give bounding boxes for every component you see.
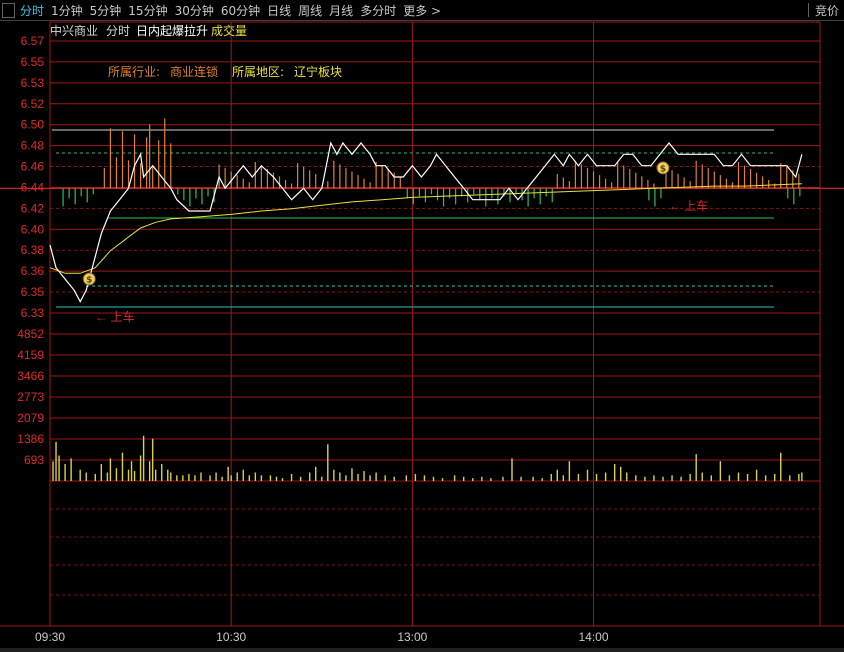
volume-tick-label: 1386 (17, 432, 44, 446)
price-tick-label: 6.40 (21, 222, 45, 236)
time-tick-label: 10:30 (216, 630, 246, 644)
volume-tick-label: 2079 (17, 411, 44, 425)
price-tick-label: 6.44 (21, 180, 45, 194)
volume-tick-label: 2773 (17, 390, 44, 404)
industry-value: 商业连锁 (170, 64, 218, 79)
price-line (49, 141, 803, 303)
money-bag-glyph: $ (660, 164, 666, 174)
price-tick-label: 6.50 (21, 118, 45, 132)
average-price-line (49, 183, 802, 274)
volume-label: 成交量 (211, 23, 247, 38)
buy-signal-label: ← 上车 (669, 198, 708, 213)
volume-tick-label: 4159 (17, 348, 44, 362)
region-value: 辽宁板块 (294, 64, 342, 79)
price-tick-label: 6.55 (21, 55, 45, 69)
intraday-chart[interactable]: 6.57 6.55 6.53 6.52 6.50 6.48 6.46 6.44 6.42 6.40… (0, 0, 844, 652)
time-tick-label: 09:30 (35, 630, 65, 644)
price-tick-label: 6.57 (21, 34, 45, 48)
bottom-status-bar (0, 648, 844, 652)
time-axis-labels: 09:30 10:30 13:00 14:00 (35, 630, 609, 644)
indicator-name: 日内起爆拉升 (136, 23, 208, 38)
price-axis-labels: 6.57 6.55 6.53 6.52 6.50 6.48 6.46 6.44 6.42 6.40… (21, 34, 45, 320)
price-tick-label: 6.36 (21, 264, 45, 278)
chart-grid (0, 21, 844, 627)
volume-axis-labels: 4852 4159 3466 2773 2079 1386 693 (17, 327, 44, 467)
price-tick-label: 6.33 (21, 306, 45, 320)
price-tick-label: 6.35 (21, 285, 45, 299)
volume-tick-label: 693 (24, 453, 44, 467)
time-tick-label: 14:00 (579, 630, 609, 644)
price-tick-label: 6.46 (21, 160, 45, 174)
chart-mode-label: 分时 (106, 24, 130, 38)
stock-name: 中兴商业 (50, 23, 98, 38)
volume-bars (52, 435, 803, 481)
chart-header: 中兴商业 分时 日内起爆拉升 成交量 所属行业: 商业连锁 所属地区: 辽宁板块 (50, 23, 342, 79)
price-tick-label: 6.38 (21, 243, 45, 257)
money-bag-glyph: $ (86, 276, 92, 286)
price-tick-label: 6.52 (21, 97, 45, 111)
volume-tick-label: 3466 (17, 369, 44, 383)
region-label: 所属地区: (232, 65, 284, 79)
buy-signal-label: ← 上车 (95, 309, 134, 324)
price-tick-label: 6.53 (21, 76, 45, 90)
price-tick-label: 6.48 (21, 139, 45, 153)
price-tick-label: 6.42 (21, 201, 45, 215)
volume-tick-label: 4852 (17, 327, 44, 341)
industry-label: 所属行业: (108, 65, 160, 79)
time-tick-label: 13:00 (397, 630, 427, 644)
signal-markers: $ ← 上车 $ ← 上车 (82, 161, 708, 324)
